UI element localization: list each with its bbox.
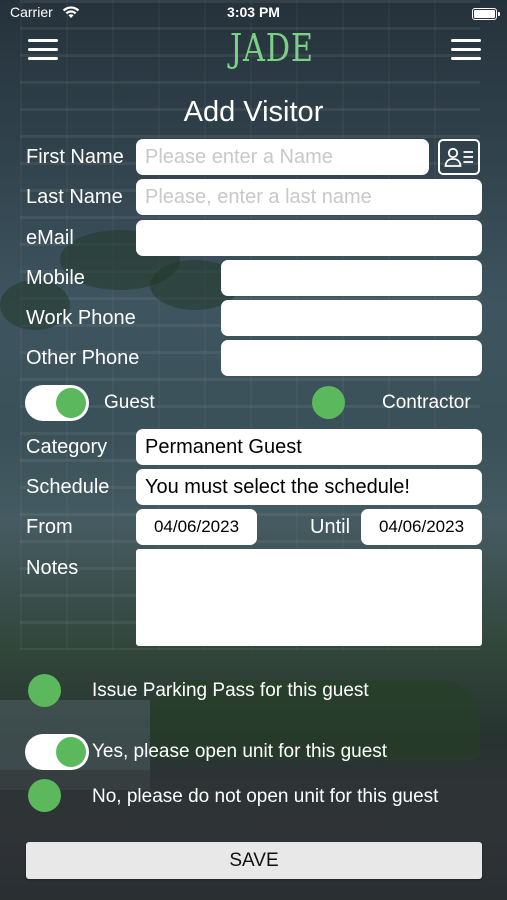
first-name-field[interactable]: Please enter a Name: [136, 139, 429, 175]
first-name-label: First Name: [26, 146, 124, 168]
jade-logo: JADE: [230, 26, 314, 70]
schedule-label: Schedule: [26, 476, 110, 498]
work-phone-field[interactable]: [221, 300, 482, 336]
guest-label: Guest: [104, 392, 155, 413]
from-date-field[interactable]: 04/06/2023: [136, 509, 257, 545]
category-field[interactable]: Permanent Guest: [136, 429, 482, 465]
open-unit-yes-toggle[interactable]: [25, 734, 89, 770]
contractor-label: Contractor: [382, 392, 471, 413]
open-unit-yes-label: Yes, please open unit for this guest: [92, 741, 388, 762]
menu-icon-right[interactable]: [451, 39, 481, 61]
schedule-field[interactable]: You must select the schedule!: [136, 469, 482, 505]
mobile-field[interactable]: [221, 260, 482, 296]
last-name-field[interactable]: Please, enter a last name: [136, 179, 482, 215]
menu-icon-left[interactable]: [28, 39, 58, 61]
contractor-radio[interactable]: [312, 386, 345, 419]
from-label: From: [26, 516, 73, 538]
notes-label: Notes: [26, 557, 79, 579]
battery-tip: [498, 12, 500, 16]
other-phone-field[interactable]: [221, 340, 482, 376]
until-date-field[interactable]: 04/06/2023: [361, 509, 482, 545]
battery-icon: [472, 8, 497, 20]
other-phone-label: Other Phone: [26, 347, 140, 369]
notes-textarea[interactable]: [136, 549, 482, 646]
contact-card-icon[interactable]: [438, 139, 480, 175]
parking-pass-label: Issue Parking Pass for this guest: [92, 680, 369, 701]
until-label: Until: [310, 516, 351, 538]
category-label: Category: [26, 436, 108, 458]
clock: 3:03 PM: [227, 4, 280, 20]
work-phone-label: Work Phone: [26, 307, 136, 329]
page-title: Add Visitor: [183, 96, 324, 128]
email-label: eMail: [26, 227, 74, 249]
mobile-label: Mobile: [26, 267, 85, 289]
parking-pass-radio[interactable]: [28, 674, 61, 707]
last-name-label: Last Name: [26, 186, 123, 208]
open-unit-no-radio[interactable]: [28, 779, 61, 812]
email-field[interactable]: [136, 220, 482, 256]
guest-toggle[interactable]: [25, 385, 89, 421]
open-unit-no-label: No, please do not open unit for this gue…: [92, 786, 439, 807]
save-button[interactable]: SAVE: [26, 842, 482, 879]
